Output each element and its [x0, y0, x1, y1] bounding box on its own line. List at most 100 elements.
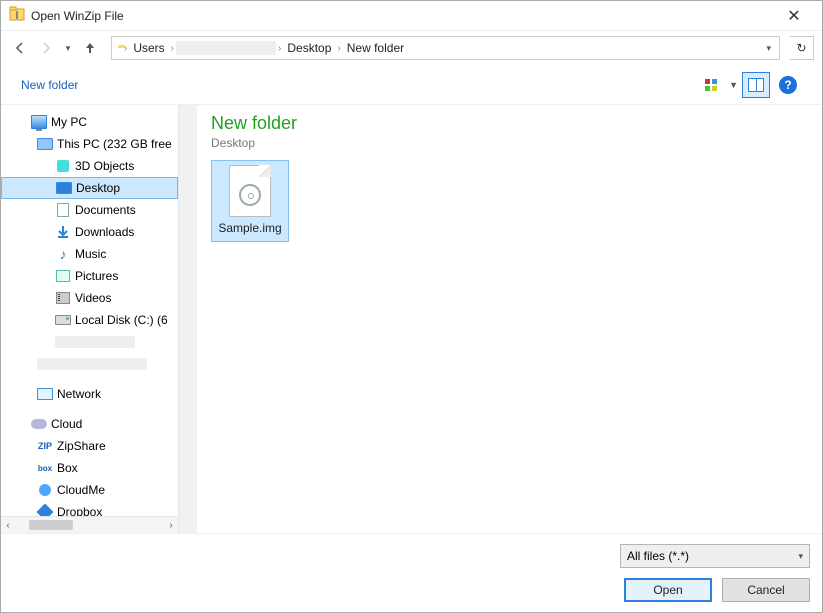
file-name: Sample.img	[218, 221, 281, 235]
preview-pane-icon	[748, 78, 764, 92]
up-button[interactable]	[79, 37, 101, 59]
tree-node-desktop[interactable]: Desktop	[1, 177, 178, 199]
desktop-icon	[56, 180, 72, 196]
view-options-button[interactable]	[697, 72, 725, 98]
tree-node-cloud[interactable]: Cloud	[1, 413, 178, 435]
window-title: Open WinZip File	[31, 9, 124, 23]
sidebar: My PC This PC (232 GB free 3D Objects De…	[1, 105, 179, 533]
tree-label: Dropbox	[57, 505, 102, 516]
nav-bar: ▾ › Users › › Desktop › New folder ▾ ↻	[1, 31, 822, 65]
tree-label: Videos	[75, 291, 111, 305]
view-options-caret[interactable]: ▼	[729, 80, 738, 90]
tree-label: This PC (232 GB free	[57, 137, 172, 151]
cloud-icon	[31, 416, 47, 432]
tree-node-cloudme[interactable]: CloudMe	[1, 479, 178, 501]
tree-label: Network	[57, 387, 101, 401]
tree-node-dropbox[interactable]: Dropbox	[1, 501, 178, 516]
tree-node-pictures[interactable]: Pictures	[1, 265, 178, 287]
file-grid: Sample.img	[211, 160, 808, 242]
breadcrumb-segment[interactable]: Users	[129, 41, 168, 55]
tree-node-documents[interactable]: Documents	[1, 199, 178, 221]
music-icon: ♪	[55, 246, 71, 262]
refresh-button[interactable]: ↻	[790, 36, 814, 60]
pc-icon	[31, 114, 47, 130]
open-button-label: Open	[653, 583, 682, 597]
cancel-button-label: Cancel	[747, 583, 784, 597]
tree-label: 3D Objects	[75, 159, 134, 173]
help-icon: ?	[779, 76, 797, 94]
tree-label: Music	[75, 247, 106, 261]
tree-node-network[interactable]: Network	[1, 383, 178, 405]
pictures-icon	[55, 268, 71, 284]
main-area: My PC This PC (232 GB free 3D Objects De…	[1, 105, 822, 533]
scroll-thumb[interactable]	[29, 520, 73, 530]
tree-node-hidden[interactable]	[1, 331, 178, 353]
cancel-button[interactable]: Cancel	[722, 578, 810, 602]
forward-button[interactable]	[35, 37, 57, 59]
tree-node-mypc[interactable]: My PC	[1, 111, 178, 133]
tree-node-3dobjects[interactable]: 3D Objects	[1, 155, 178, 177]
title-bar: Open WinZip File ✕	[1, 1, 822, 31]
breadcrumb-segment-hidden[interactable]	[176, 41, 276, 55]
tree-node-downloads[interactable]: Downloads	[1, 221, 178, 243]
tree-label: Downloads	[75, 225, 134, 239]
bottom-bar: All files (*.*) ▾ Open Cancel	[1, 533, 822, 612]
scroll-right-icon[interactable]: ›	[164, 520, 178, 531]
3dobjects-icon	[55, 158, 71, 174]
folder-title: New folder	[211, 113, 808, 134]
content-area: New folder Desktop Sample.img	[179, 105, 822, 533]
close-button[interactable]: ✕	[774, 6, 814, 26]
file-item[interactable]: Sample.img	[211, 160, 289, 242]
tree-node-thispc[interactable]: This PC (232 GB free	[1, 133, 178, 155]
toolbar: New folder ▼ ?	[1, 65, 822, 105]
tree-label: Pictures	[75, 269, 118, 283]
tree-node-hidden[interactable]	[1, 353, 178, 375]
tree-node-music[interactable]: ♪ Music	[1, 243, 178, 265]
tree-label: Documents	[75, 203, 136, 217]
tree-label: ZipShare	[57, 439, 106, 453]
tree-view[interactable]: My PC This PC (232 GB free 3D Objects De…	[1, 105, 178, 516]
new-folder-button[interactable]: New folder	[21, 78, 78, 92]
winzip-icon	[9, 6, 25, 25]
videos-icon	[55, 290, 71, 306]
open-file-dialog: Open WinZip File ✕ ▾ › Users › › Desktop…	[0, 0, 823, 613]
recent-locations-button[interactable]: ▾	[61, 43, 75, 54]
tree-node-zipshare[interactable]: ZIP ZipShare	[1, 435, 178, 457]
breadcrumb-separator: ›	[276, 43, 283, 54]
preview-pane-button[interactable]	[742, 72, 770, 98]
dropbox-icon	[37, 504, 53, 516]
tree-node-box[interactable]: box Box	[1, 457, 178, 479]
file-thumb-icon	[229, 165, 271, 217]
open-button[interactable]: Open	[624, 578, 712, 602]
address-dropdown-caret[interactable]: ▾	[760, 43, 777, 54]
breadcrumb-separator: ›	[169, 43, 176, 54]
tree-label: Desktop	[76, 181, 120, 195]
sidebar-horiz-scrollbar[interactable]: ‹ ›	[1, 516, 178, 533]
folder-subtitle: Desktop	[211, 136, 808, 150]
cloudme-icon	[37, 482, 53, 498]
tree-label: Box	[57, 461, 78, 475]
content-left-gutter	[179, 105, 197, 533]
tree-label: Local Disk (C:) (6	[75, 313, 168, 327]
network-icon	[37, 386, 53, 402]
view-grid-icon	[705, 79, 717, 91]
zipshare-icon: ZIP	[37, 438, 53, 454]
tree-label: Cloud	[51, 417, 82, 431]
tree-node-videos[interactable]: Videos	[1, 287, 178, 309]
scroll-left-icon[interactable]: ‹	[1, 520, 15, 531]
breadcrumb-segment[interactable]: Desktop	[283, 41, 335, 55]
tree-node-localdisk[interactable]: Local Disk (C:) (6	[1, 309, 178, 331]
back-button[interactable]	[9, 37, 31, 59]
documents-icon	[55, 202, 71, 218]
box-icon: box	[37, 460, 53, 476]
monitor-icon	[37, 136, 53, 152]
help-button[interactable]: ?	[774, 72, 802, 98]
disk-icon	[55, 312, 71, 328]
dropdown-caret-icon: ▾	[798, 551, 803, 562]
breadcrumb-segment[interactable]: New folder	[343, 41, 408, 55]
content-pane[interactable]: New folder Desktop Sample.img	[197, 105, 822, 533]
breadcrumb-separator: ›	[335, 43, 342, 54]
address-bar[interactable]: › Users › › Desktop › New folder ▾	[111, 36, 780, 60]
file-type-filter[interactable]: All files (*.*) ▾	[620, 544, 810, 568]
file-type-filter-label: All files (*.*)	[627, 549, 689, 563]
